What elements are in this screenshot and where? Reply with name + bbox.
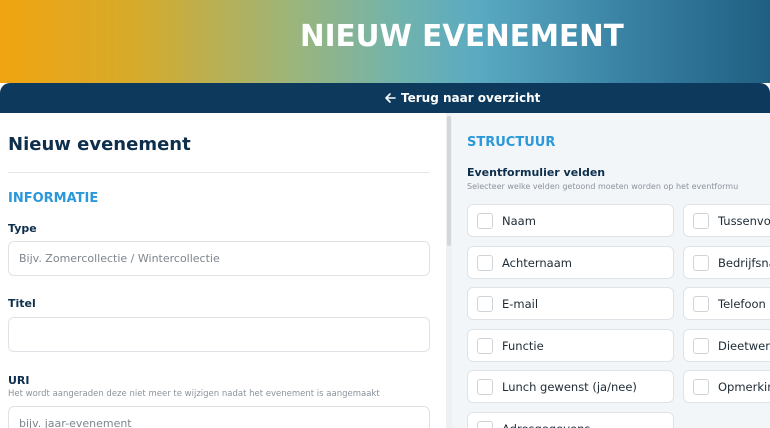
scrollbar-thumb[interactable] bbox=[447, 116, 451, 246]
checkbox[interactable] bbox=[477, 337, 493, 354]
field-option-label: Functie bbox=[502, 338, 544, 353]
uri-help-text: Het wordt aangeraden deze niet meer te w… bbox=[8, 389, 380, 399]
field-option-left-5[interactable]: Adresgegevens bbox=[467, 412, 674, 428]
checkbox[interactable] bbox=[693, 378, 709, 395]
field-option-label: Lunch gewenst (ja/nee) bbox=[502, 379, 637, 394]
checkbox[interactable] bbox=[693, 254, 709, 271]
field-option-label: Tussenvoe bbox=[718, 213, 770, 228]
field-option-label: Dieetwens bbox=[718, 338, 770, 353]
field-option-label: Naam bbox=[502, 213, 536, 228]
checkbox[interactable] bbox=[477, 420, 493, 428]
back-to-overview-link[interactable]: Terug naar overzicht bbox=[384, 90, 540, 106]
divider bbox=[8, 172, 430, 173]
field-option-label: Telefoon bbox=[718, 296, 766, 311]
checkbox[interactable] bbox=[477, 295, 493, 312]
structure-panel: STRUCTUUR Eventformulier velden Selectee… bbox=[452, 113, 770, 428]
checkbox[interactable] bbox=[477, 212, 493, 229]
titel-label: Titel bbox=[8, 297, 36, 310]
checkbox[interactable] bbox=[477, 254, 493, 271]
field-option-right-4[interactable]: Opmerking bbox=[683, 370, 770, 403]
field-option-right-0[interactable]: Tussenvoe bbox=[683, 204, 770, 237]
checkbox[interactable] bbox=[693, 295, 709, 312]
field-option-left-1[interactable]: Achternaam bbox=[467, 246, 674, 279]
field-option-label: E-mail bbox=[502, 296, 539, 311]
back-link-label: Terug naar overzicht bbox=[401, 91, 541, 105]
field-option-right-1[interactable]: Bedrijfsna bbox=[683, 246, 770, 279]
uri-input[interactable] bbox=[8, 406, 430, 428]
field-option-left-4[interactable]: Lunch gewenst (ja/nee) bbox=[467, 370, 674, 403]
arrow-left-icon bbox=[385, 93, 396, 103]
field-option-left-0[interactable]: Naam bbox=[467, 204, 674, 237]
field-option-right-3[interactable]: Dieetwens bbox=[683, 329, 770, 362]
form-title: Nieuw evenement bbox=[8, 134, 191, 155]
checkbox[interactable] bbox=[693, 212, 709, 229]
type-input[interactable] bbox=[8, 241, 430, 276]
titel-input[interactable] bbox=[8, 317, 430, 352]
event-form-panel: Nieuw evenement INFORMATIE Type Titel UR… bbox=[0, 113, 446, 428]
field-option-label: Adresgegevens bbox=[502, 422, 590, 428]
uri-label: URI bbox=[8, 374, 30, 387]
checkbox[interactable] bbox=[693, 337, 709, 354]
field-option-label: Bedrijfsna bbox=[718, 255, 770, 270]
eventform-fields-title: Eventformulier velden bbox=[467, 166, 606, 179]
field-option-right-2[interactable]: Telefoon bbox=[683, 287, 770, 320]
section-title-informatie: INFORMATIE bbox=[8, 191, 99, 206]
checkbox[interactable] bbox=[477, 378, 493, 395]
field-option-left-3[interactable]: Functie bbox=[467, 329, 674, 362]
type-label: Type bbox=[8, 222, 37, 235]
eventform-fields-help: Selecteer welke velden getoond moeten wo… bbox=[467, 182, 739, 191]
navbar: Terug naar overzicht bbox=[0, 83, 770, 113]
field-option-label: Achternaam bbox=[502, 255, 572, 270]
field-option-label: Opmerking bbox=[718, 379, 770, 394]
page-banner-title: NIEUW EVENEMENT bbox=[300, 19, 624, 54]
field-option-left-2[interactable]: E-mail bbox=[467, 287, 674, 320]
header-banner: NIEUW EVENEMENT bbox=[0, 0, 770, 83]
section-title-structuur: STRUCTUUR bbox=[467, 135, 556, 150]
